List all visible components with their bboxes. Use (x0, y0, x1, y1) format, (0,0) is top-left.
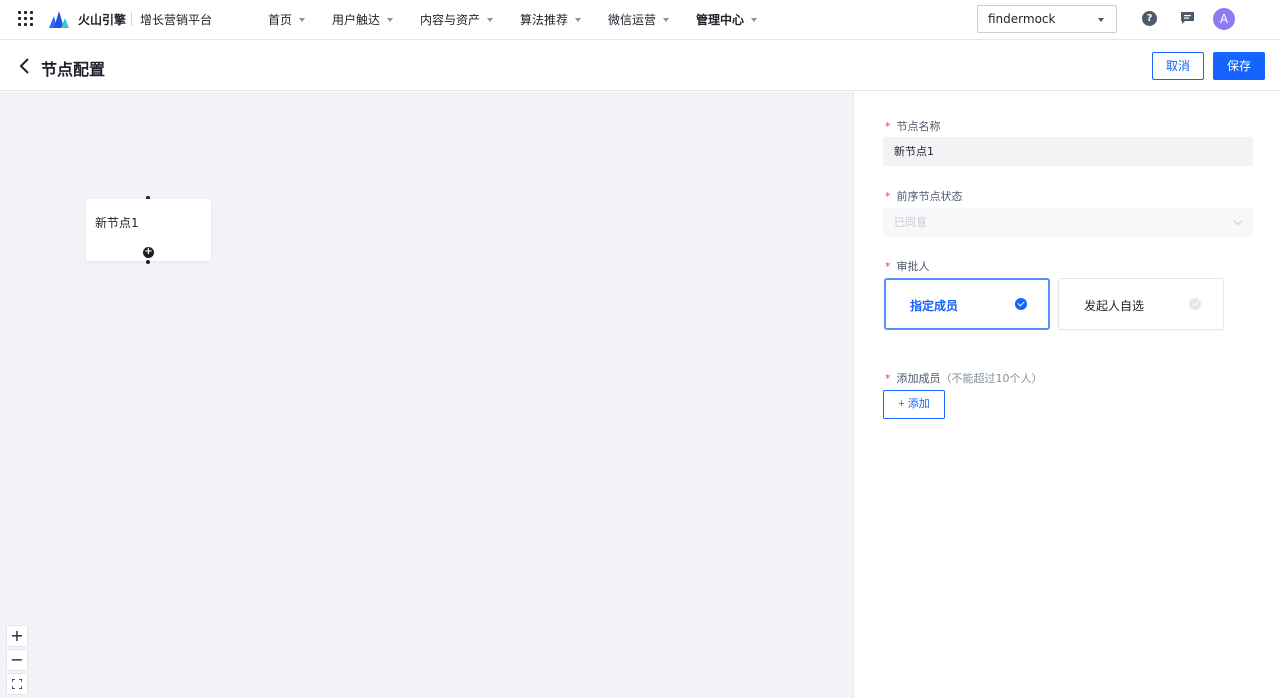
caret-down-icon (575, 17, 582, 22)
flow-canvas[interactable]: 新节点1 + + − (0, 92, 854, 698)
menu-wechat[interactable]: 微信运营 (608, 11, 670, 28)
menu-label: 算法推荐 (520, 13, 569, 27)
node-name-label: * 节点名称 (885, 118, 941, 134)
caret-down-icon (751, 17, 758, 22)
menu-label: 内容与资产 (420, 13, 481, 27)
caret-down-icon (299, 17, 306, 22)
node-config-panel: * 节点名称 新节点1 * 前序节点状态 已同意 * 审批人 指定成员 发起人自选 *… (855, 92, 1280, 698)
approver-option-specified-member[interactable]: 指定成员 (884, 278, 1050, 330)
menu-admin-center[interactable]: 管理中心 (696, 11, 758, 28)
option-label: 指定成员 (910, 299, 959, 313)
tenant-select[interactable]: findermock (977, 5, 1117, 33)
menu-algorithm[interactable]: 算法推荐 (520, 11, 582, 28)
menu-label: 用户触达 (332, 13, 381, 27)
label-text: 前序节点状态 (896, 190, 963, 203)
fit-view-icon (11, 678, 23, 690)
approver-label: * 审批人 (885, 258, 930, 274)
required-mark: * (885, 190, 891, 203)
prev-status-select[interactable]: 已同意 (883, 208, 1253, 237)
option-label: 发起人自选 (1084, 299, 1145, 313)
label-text: 审批人 (896, 260, 930, 273)
help-icon[interactable]: ? (1142, 11, 1157, 26)
prev-status-label: * 前序节点状态 (885, 188, 963, 204)
check-circle-icon (1189, 298, 1201, 310)
caret-down-icon (1098, 18, 1104, 22)
page-header: 节点配置 取消 保存 (0, 41, 1280, 91)
back-arrow-icon[interactable] (18, 57, 32, 75)
volcano-logo-icon (49, 11, 69, 28)
label-text: 节点名称 (896, 120, 941, 133)
tenant-value: findermock (988, 12, 1056, 26)
caret-down-icon (663, 17, 670, 22)
zoom-out-button[interactable]: − (6, 649, 28, 671)
required-mark: * (885, 260, 891, 273)
prev-status-value: 已同意 (894, 216, 927, 229)
add-member-label: * 添加成员（不能超过10个人） (885, 370, 1043, 386)
caret-down-icon (387, 17, 394, 22)
fit-view-button[interactable] (6, 673, 28, 695)
required-mark: * (885, 372, 891, 385)
brand-name: 火山引擎 (78, 13, 127, 27)
node-label: 新节点1 (95, 216, 139, 230)
node-output-handle[interactable] (146, 260, 150, 264)
add-member-hint: （不能超过10个人） (940, 372, 1043, 385)
menu-content-assets[interactable]: 内容与资产 (420, 11, 494, 28)
chevron-down-icon (1233, 216, 1243, 226)
apps-grid-icon[interactable] (18, 11, 34, 27)
menu-label: 首页 (268, 13, 293, 27)
label-text: 添加成员 (896, 372, 941, 385)
zoom-in-button[interactable]: + (6, 625, 28, 647)
menu-user-reach[interactable]: 用户触达 (332, 11, 394, 28)
message-icon[interactable] (1180, 11, 1195, 25)
menu-label: 微信运营 (608, 13, 657, 27)
menu-label: 管理中心 (696, 13, 745, 27)
add-node-icon[interactable]: + (143, 247, 154, 258)
user-avatar[interactable]: A (1213, 8, 1235, 30)
check-circle-icon (1015, 298, 1027, 310)
approver-option-initiator-choice[interactable]: 发起人自选 (1058, 278, 1224, 330)
flow-node[interactable]: 新节点1 + (86, 199, 211, 261)
cancel-button[interactable]: 取消 (1152, 52, 1204, 80)
add-member-button[interactable]: + 添加 (883, 390, 945, 419)
page-title: 节点配置 (41, 60, 106, 79)
menu-home[interactable]: 首页 (268, 11, 306, 28)
node-name-input[interactable]: 新节点1 (883, 137, 1253, 166)
platform-name: 增长营销平台 (140, 13, 213, 27)
required-mark: * (885, 120, 891, 133)
save-button[interactable]: 保存 (1213, 52, 1265, 80)
top-navigation: 火山引擎 增长营销平台 首页 用户触达 内容与资产 算法推荐 微信运营 管理中心… (0, 0, 1280, 40)
brand-divider (131, 12, 132, 26)
caret-down-icon (487, 17, 494, 22)
